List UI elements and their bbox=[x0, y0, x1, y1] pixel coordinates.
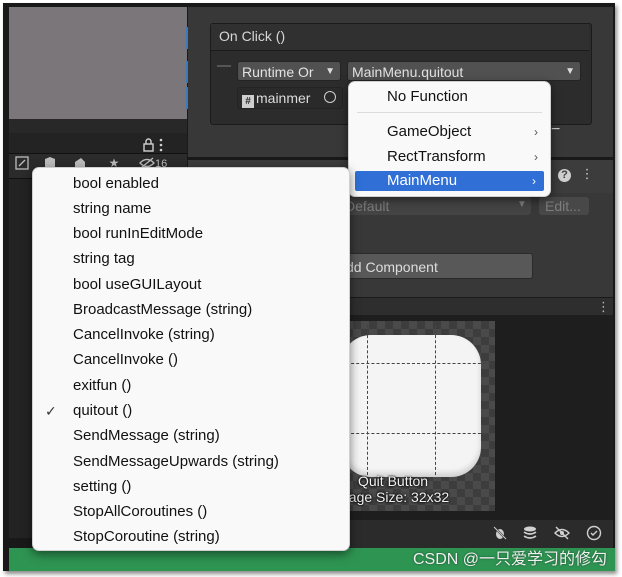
chevron-right-icon: › bbox=[534, 150, 538, 164]
menu-item-label: No Function bbox=[387, 88, 468, 105]
menu-item-label: string name bbox=[73, 200, 152, 217]
chevron-down-icon: ▼ bbox=[565, 66, 575, 77]
menu-item-bool-enabled[interactable]: bool enabled bbox=[33, 173, 349, 195]
hidden-eye-icon[interactable] bbox=[553, 525, 571, 543]
chevron-right-icon: › bbox=[532, 174, 536, 188]
menu-item-label: CancelInvoke () bbox=[73, 351, 179, 368]
menu-item-send-message[interactable]: SendMessage (string) bbox=[33, 425, 349, 447]
edit-button[interactable]: Edit... bbox=[539, 197, 589, 215]
function-dropdown[interactable]: MainMenu.quitout ▼ bbox=[347, 61, 581, 81]
menu-item-label: string tag bbox=[73, 250, 135, 267]
chevron-down-icon: ▼ bbox=[325, 66, 335, 77]
menu-item-setting[interactable]: setting () bbox=[33, 476, 349, 498]
default-field[interactable]: Default bbox=[337, 197, 531, 215]
target-component-menu: No Function GameObject › RectTransform ›… bbox=[348, 81, 551, 197]
checkmark-icon: ✓ bbox=[45, 403, 57, 419]
cache-icon[interactable] bbox=[521, 525, 539, 543]
more-icon[interactable]: ⋮ bbox=[581, 166, 594, 181]
menu-item-label: setting () bbox=[73, 478, 132, 495]
runtime-dropdown[interactable]: Runtime Or ▼ bbox=[237, 61, 341, 81]
slice-guide bbox=[341, 433, 491, 434]
change-indicator bbox=[186, 61, 188, 83]
sprite-preview bbox=[341, 335, 481, 477]
menu-item-recttransform[interactable]: RectTransform › bbox=[349, 146, 550, 168]
more-icon[interactable]: ⋮ bbox=[597, 299, 610, 315]
preview-size: nage Size: 32x32 bbox=[341, 489, 450, 505]
menu-item-label: bool enabled bbox=[73, 175, 159, 192]
scene-view[interactable] bbox=[9, 7, 187, 119]
menu-item-use-gui-layout[interactable]: bool useGUILayout bbox=[33, 274, 349, 296]
object-picker-icon[interactable] bbox=[324, 91, 336, 103]
add-component-button[interactable]: dd Component bbox=[337, 253, 533, 279]
help-icon[interactable]: ? bbox=[558, 169, 571, 182]
menu-item-label: GameObject bbox=[387, 123, 472, 140]
menu-item-send-message-upwards[interactable]: SendMessageUpwards (string) bbox=[33, 451, 349, 473]
method-menu: bool enabled string name bool runInEditM… bbox=[32, 167, 350, 551]
menu-item-broadcast-message[interactable]: BroadcastMessage (string) bbox=[33, 299, 349, 321]
menu-item-label: StopCoroutine (string) bbox=[73, 528, 220, 545]
unity-editor-window: ★ 16 On Click () Runtime Or ▼ MainMenu.q… bbox=[3, 3, 615, 571]
change-indicator bbox=[186, 27, 188, 49]
menu-item-label: bool useGUILayout bbox=[73, 276, 202, 293]
menu-item-exitfun[interactable]: exitfun () bbox=[33, 375, 349, 397]
menu-item-run-in-edit-mode[interactable]: bool runInEditMode bbox=[33, 223, 349, 245]
remove-event-button[interactable]: − bbox=[551, 121, 579, 141]
menu-item-label: quitout () bbox=[73, 402, 133, 419]
menu-item-stop-coroutine[interactable]: StopCoroutine (string) bbox=[33, 526, 349, 548]
chevron-right-icon: › bbox=[534, 125, 538, 139]
menu-divider bbox=[357, 112, 542, 113]
onclick-title: On Click () bbox=[219, 28, 286, 44]
menu-item-label: exitfun () bbox=[73, 377, 132, 394]
component-header-icons: ? ⋮ bbox=[558, 166, 608, 184]
menu-item-label: SendMessage (string) bbox=[73, 427, 220, 444]
runtime-dropdown-label: Runtime Or bbox=[242, 64, 314, 80]
menu-item-gameobject[interactable]: GameObject › bbox=[349, 121, 550, 143]
bug-icon[interactable] bbox=[491, 525, 509, 543]
menu-item-label: SendMessageUpwards (string) bbox=[73, 453, 279, 470]
function-dropdown-label: MainMenu.quitout bbox=[352, 64, 464, 80]
scene-strip bbox=[9, 119, 187, 133]
menu-item-label: BroadcastMessage (string) bbox=[73, 301, 253, 318]
resize-icon[interactable] bbox=[15, 156, 29, 170]
preview-title: Quit Button bbox=[358, 473, 429, 489]
drag-handle[interactable] bbox=[217, 65, 231, 67]
slice-guide bbox=[367, 325, 368, 475]
menu-item-mainmenu[interactable]: MainMenu › bbox=[355, 171, 544, 191]
check-circle-icon[interactable] bbox=[585, 525, 603, 543]
menu-item-no-function[interactable]: No Function bbox=[349, 86, 550, 108]
menu-item-label: bool runInEditMode bbox=[73, 225, 204, 242]
menu-item-label: RectTransform bbox=[387, 148, 486, 165]
change-indicator bbox=[186, 87, 188, 109]
watermark: CSDN @一只爱学习的修勾 bbox=[412, 551, 607, 568]
menu-item-label: CancelInvoke (string) bbox=[73, 326, 215, 343]
menu-item-cancel-invoke-string[interactable]: CancelInvoke (string) bbox=[33, 324, 349, 346]
target-object-field[interactable]: # mainmer bbox=[237, 87, 343, 109]
menu-item-string-tag[interactable]: string tag bbox=[33, 248, 349, 270]
menu-item-stop-all-coroutines[interactable]: StopAllCoroutines () bbox=[33, 501, 349, 523]
slice-guide bbox=[435, 325, 436, 475]
target-object-label: mainmer bbox=[256, 90, 311, 106]
menu-item-quitout[interactable]: ✓ quitout () bbox=[33, 400, 349, 422]
script-icon: # bbox=[242, 95, 254, 108]
chevron-down-icon: ▼ bbox=[517, 199, 527, 210]
menu-item-label: MainMenu bbox=[387, 172, 458, 189]
slice-guide bbox=[341, 363, 491, 364]
menu-item-label: StopAllCoroutines () bbox=[73, 503, 208, 520]
menu-item-string-name[interactable]: string name bbox=[33, 198, 349, 220]
menu-item-cancel-invoke[interactable]: CancelInvoke () bbox=[33, 349, 349, 371]
